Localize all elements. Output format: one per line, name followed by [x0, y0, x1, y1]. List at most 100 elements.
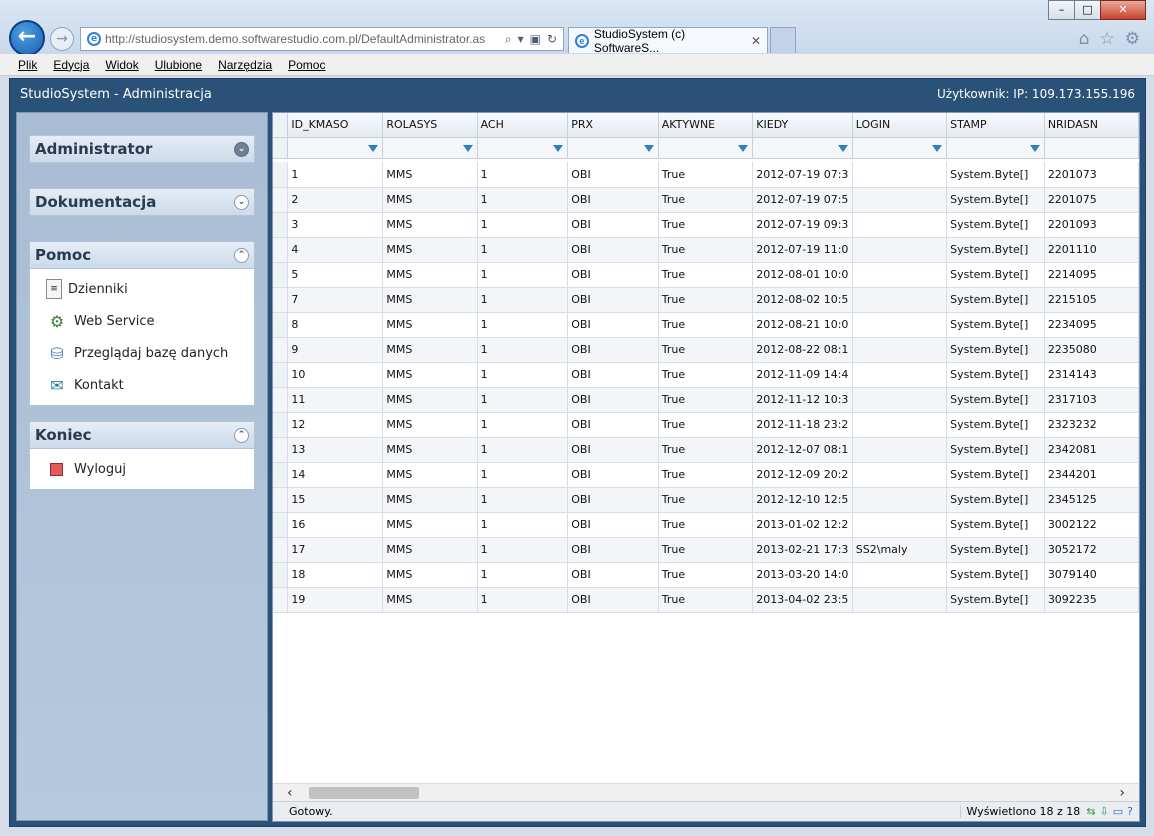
table-cell[interactable]: OBI — [567, 587, 659, 613]
table-cell[interactable]: 3052172 — [1044, 537, 1139, 563]
table-cell[interactable]: 1 — [477, 487, 569, 513]
table-row[interactable]: 18 MMS 1 OBI True 2013-03-20 14:0 System.Byte[… — [273, 562, 1139, 588]
table-row[interactable]: 19 MMS 1 OBI True 2013-04-02 23:5 System.Byte[… — [273, 587, 1139, 613]
table-cell[interactable]: True — [658, 312, 754, 338]
table-cell[interactable]: 2012-11-18 23:2 — [752, 412, 853, 438]
table-cell[interactable]: System.Byte[] — [946, 412, 1045, 438]
table-cell[interactable]: MMS — [382, 287, 478, 313]
table-cell[interactable]: True — [658, 562, 754, 588]
sidebar-item-kontakt[interactable]: ✉ Kontakt — [30, 369, 254, 401]
horizontal-scrollbar[interactable]: ‹ › — [273, 783, 1139, 801]
table-cell[interactable] — [852, 437, 948, 463]
table-cell[interactable]: OBI — [567, 562, 659, 588]
table-cell[interactable]: System.Byte[] — [946, 262, 1045, 288]
table-cell[interactable]: 2012-08-22 08:1 — [752, 337, 853, 363]
table-cell[interactable]: 2214095 — [1044, 262, 1139, 288]
filter-cell[interactable] — [946, 137, 1045, 159]
menu-edycja[interactable]: Edycja — [53, 58, 89, 72]
table-cell[interactable]: 1 — [477, 337, 569, 363]
table-cell[interactable]: OBI — [567, 437, 659, 463]
table-row[interactable]: 3 MMS 1 OBI True 2012-07-19 09:3 System.Byte[]… — [273, 212, 1139, 238]
table-cell[interactable]: 2012-07-19 07:5 — [752, 187, 853, 213]
table-cell[interactable]: 1 — [477, 387, 569, 413]
table-cell[interactable]: OBI — [567, 187, 659, 213]
expand-icon[interactable]: ⌄ — [234, 194, 249, 210]
table-cell[interactable]: True — [658, 337, 754, 363]
scroll-left-icon[interactable]: ‹ — [287, 785, 293, 801]
table-cell[interactable]: MMS — [382, 337, 478, 363]
table-cell[interactable]: 1 — [477, 462, 569, 488]
maximize-button[interactable]: □ — [1074, 0, 1101, 20]
menu-narzedzia[interactable]: Narzędzia — [218, 58, 272, 72]
table-cell[interactable]: 2012-11-09 14:4 — [752, 362, 853, 388]
filter-cell[interactable] — [477, 137, 569, 159]
table-cell[interactable]: True — [658, 287, 754, 313]
table-cell[interactable]: 2201073 — [1044, 162, 1139, 188]
table-cell[interactable]: System.Byte[] — [946, 237, 1045, 263]
sidebar-item-database[interactable]: ⛁ Przeglądaj bazę danych — [30, 337, 254, 369]
table-cell[interactable]: True — [658, 187, 754, 213]
table-cell[interactable]: 1 — [477, 162, 569, 188]
table-cell[interactable]: OBI — [567, 237, 659, 263]
table-cell[interactable]: True — [658, 512, 754, 538]
row-header-cell[interactable] — [273, 387, 289, 413]
table-cell[interactable]: True — [658, 162, 754, 188]
table-cell[interactable]: True — [658, 437, 754, 463]
table-cell[interactable]: 14 — [287, 462, 384, 488]
row-header-cell[interactable] — [273, 337, 289, 363]
table-cell[interactable] — [852, 237, 948, 263]
filter-funnel-icon[interactable] — [837, 145, 848, 152]
table-cell[interactable]: MMS — [382, 162, 478, 188]
table-cell[interactable]: OBI — [567, 312, 659, 338]
expand-icon[interactable]: ⌄ — [234, 141, 249, 157]
table-cell[interactable]: 18 — [287, 562, 384, 588]
menu-plik[interactable]: Plik — [18, 58, 37, 72]
filter-cell[interactable] — [852, 137, 948, 159]
row-header-cell[interactable] — [273, 437, 289, 463]
table-cell[interactable]: MMS — [382, 512, 478, 538]
table-cell[interactable]: 2314143 — [1044, 362, 1139, 388]
table-cell[interactable]: 19 — [287, 587, 384, 613]
table-cell[interactable]: System.Byte[] — [946, 362, 1045, 388]
table-cell[interactable]: 17 — [287, 537, 384, 563]
table-cell[interactable]: 2012-07-19 07:3 — [752, 162, 853, 188]
table-cell[interactable]: 2013-03-20 14:0 — [752, 562, 853, 588]
filter-funnel-icon[interactable] — [738, 145, 749, 152]
row-header-cell[interactable] — [273, 412, 289, 438]
table-cell[interactable]: True — [658, 587, 754, 613]
table-cell[interactable]: OBI — [567, 462, 659, 488]
table-cell[interactable]: 3 — [287, 212, 384, 238]
filter-funnel-icon[interactable] — [553, 145, 564, 152]
table-cell[interactable]: OBI — [567, 362, 659, 388]
minimize-button[interactable]: – — [1048, 0, 1075, 20]
row-header-cell[interactable] — [273, 587, 289, 613]
filter-cell[interactable] — [658, 137, 754, 159]
address-url[interactable]: http://studiosystem.demo.softwarestudio.… — [105, 32, 497, 46]
column-header-prx[interactable]: PRX — [567, 113, 659, 138]
table-cell[interactable]: System.Byte[] — [946, 512, 1045, 538]
table-cell[interactable]: True — [658, 212, 754, 238]
filter-cell[interactable] — [382, 137, 478, 159]
table-cell[interactable] — [852, 487, 948, 513]
table-cell[interactable]: 2344201 — [1044, 462, 1139, 488]
table-cell[interactable]: OBI — [567, 387, 659, 413]
table-cell[interactable]: System.Byte[] — [946, 312, 1045, 338]
new-tab-button[interactable] — [770, 27, 796, 53]
refresh-data-icon[interactable]: ⇆ — [1086, 805, 1095, 818]
table-cell[interactable]: MMS — [382, 212, 478, 238]
table-row[interactable]: 9 MMS 1 OBI True 2012-08-22 08:1 System.Byte[]… — [273, 337, 1139, 363]
table-cell[interactable]: 2012-08-21 10:0 — [752, 312, 853, 338]
table-cell[interactable]: 1 — [477, 362, 569, 388]
table-cell[interactable]: 15 — [287, 487, 384, 513]
table-row[interactable]: 15 MMS 1 OBI True 2012-12-10 12:5 System.Byte[… — [273, 487, 1139, 513]
row-header-cell[interactable] — [273, 262, 289, 288]
collapse-icon[interactable]: ⌃ — [234, 247, 249, 263]
favorites-star-icon[interactable]: ☆ — [1100, 29, 1115, 49]
close-tab-icon[interactable]: ✕ — [751, 34, 761, 48]
table-cell[interactable]: True — [658, 487, 754, 513]
table-cell[interactable]: System.Byte[] — [946, 337, 1045, 363]
scroll-right-icon[interactable]: › — [1119, 785, 1125, 801]
table-cell[interactable]: 2201110 — [1044, 237, 1139, 263]
table-cell[interactable]: 1 — [477, 312, 569, 338]
row-header-cell[interactable] — [273, 212, 289, 238]
